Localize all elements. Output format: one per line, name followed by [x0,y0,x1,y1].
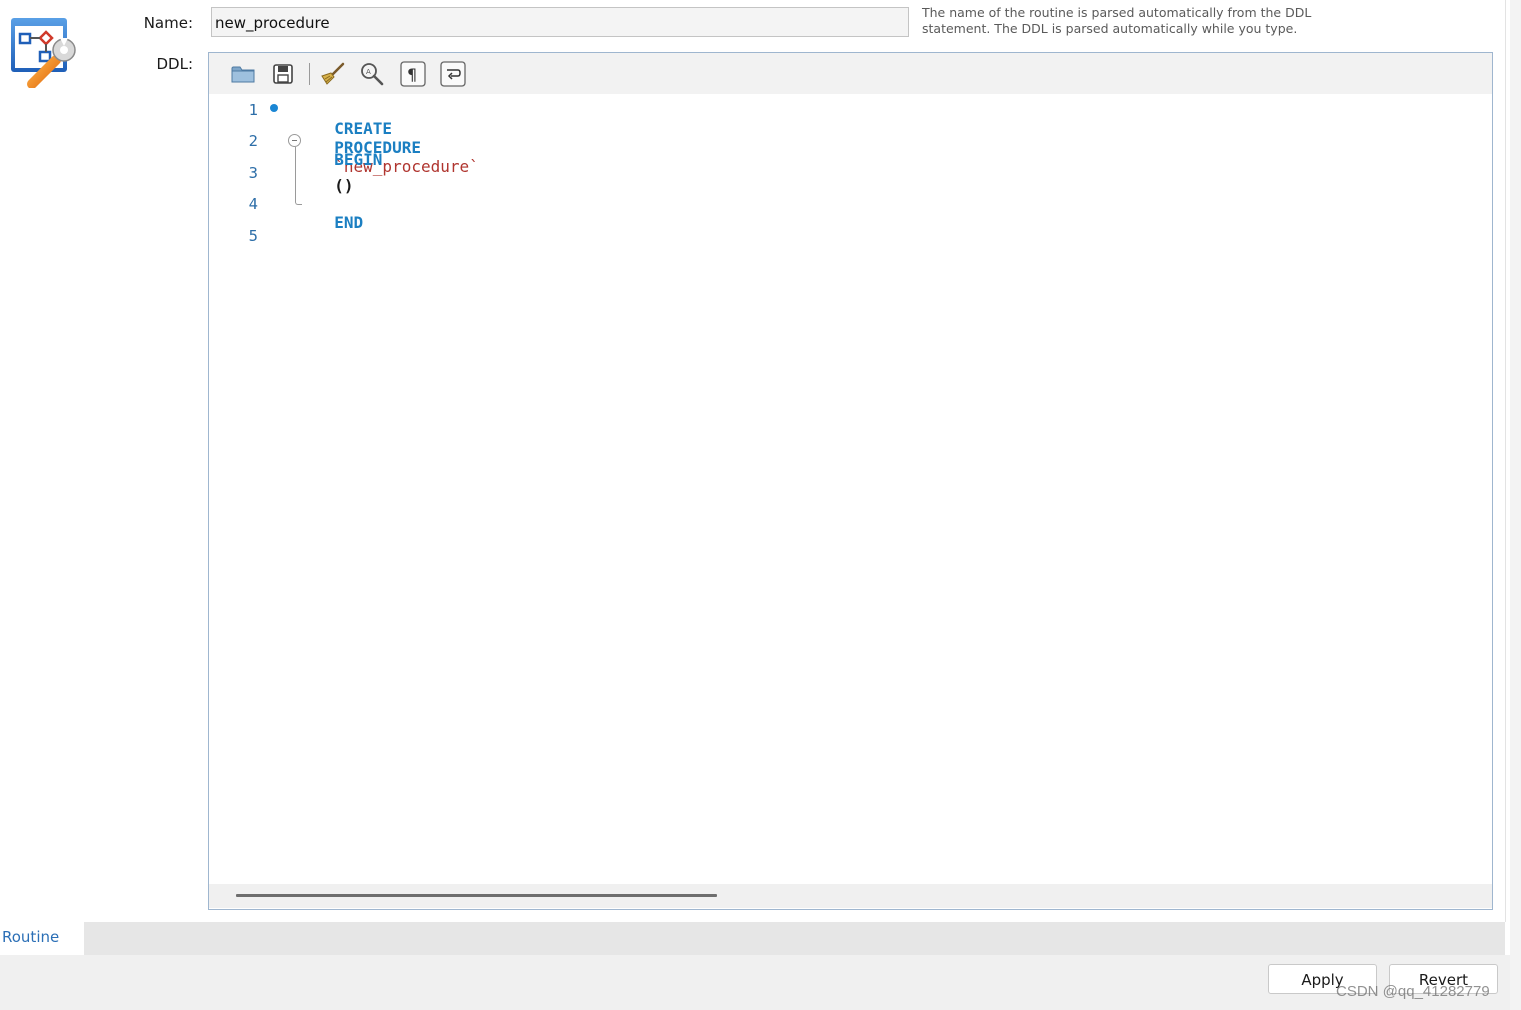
fold-range-line [295,147,302,205]
editor-toolbar: A ¶ [209,53,1492,94]
line-number: 1 [248,101,258,119]
right-side-strip [1510,0,1521,1010]
find-magnifier-icon[interactable]: A [359,61,385,87]
svg-text:¶: ¶ [407,65,417,84]
tab-routine[interactable]: Routine [0,922,84,955]
routine-icon [10,14,80,89]
beautify-broom-icon[interactable] [319,61,345,87]
line-number: 3 [248,164,258,182]
fold-collapse-icon[interactable] [288,134,301,147]
line-number: 5 [248,227,258,245]
svg-text:A: A [366,68,371,76]
line-number: 4 [248,195,258,213]
toolbar-separator [309,63,310,85]
panel-divider [1505,0,1506,922]
name-hint-text: The name of the routine is parsed automa… [922,5,1312,36]
watermark-text: CSDN @qq_41282779 [1336,983,1490,1000]
tab-bar [0,922,1505,955]
keyword-end: END [334,213,364,232]
keyword-begin: BEGIN [334,150,383,169]
code-line: BEGIN [315,131,382,169]
statement-marker-dot [270,104,278,112]
ddl-label: DDL: [156,55,193,73]
line-number: 2 [248,132,258,150]
routine-name-input[interactable] [211,7,909,37]
name-label: Name: [143,14,193,32]
word-wrap-icon[interactable] [440,61,466,87]
parameter-parens: () [334,176,354,195]
save-icon[interactable] [270,61,296,87]
invisible-chars-pilcrow-icon[interactable]: ¶ [400,61,426,87]
code-line: END [315,194,363,232]
open-folder-icon[interactable] [230,61,256,87]
horizontal-scrollbar-thumb[interactable] [236,894,717,897]
